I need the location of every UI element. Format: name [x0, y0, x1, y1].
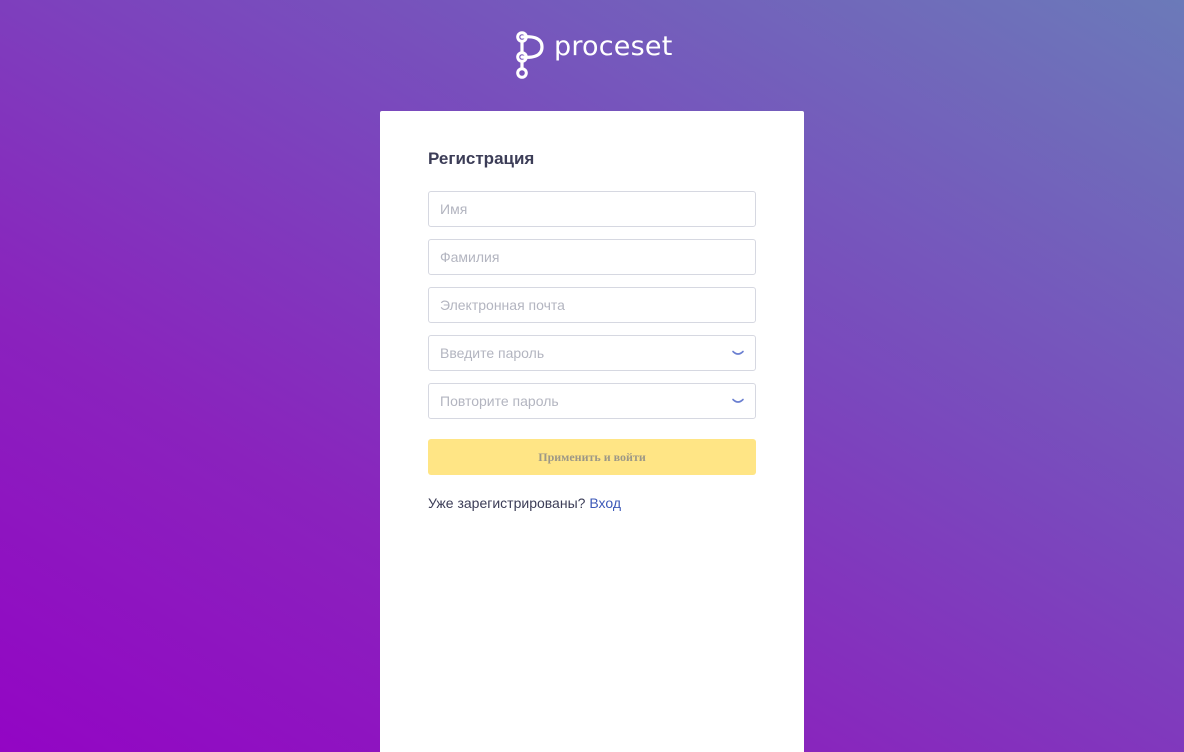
password-field [428, 335, 756, 371]
brand-logo: proceset [514, 29, 673, 81]
confirm-password-field [428, 383, 756, 419]
registration-card: Регистрация Применить и войти Уже зареги… [380, 111, 804, 752]
first-name-input[interactable] [429, 192, 755, 226]
eye-closed-icon[interactable] [730, 346, 746, 360]
last-name-input[interactable] [429, 240, 755, 274]
last-name-field [428, 239, 756, 275]
login-prompt-line: Уже зарегистрированы? Вход [428, 494, 621, 512]
first-name-field [428, 191, 756, 227]
login-prompt-text: Уже зарегистрированы? [428, 495, 586, 511]
email-field [428, 287, 756, 323]
eye-closed-icon[interactable] [730, 394, 746, 408]
email-input[interactable] [429, 288, 755, 322]
brand-name: proceset [554, 31, 673, 62]
login-link[interactable]: Вход [589, 495, 621, 511]
page-title: Регистрация [428, 149, 535, 168]
proceset-logo-icon [516, 31, 544, 79]
confirm-password-input[interactable] [429, 384, 755, 418]
submit-button[interactable]: Применить и войти [428, 439, 756, 475]
password-input[interactable] [429, 336, 755, 370]
